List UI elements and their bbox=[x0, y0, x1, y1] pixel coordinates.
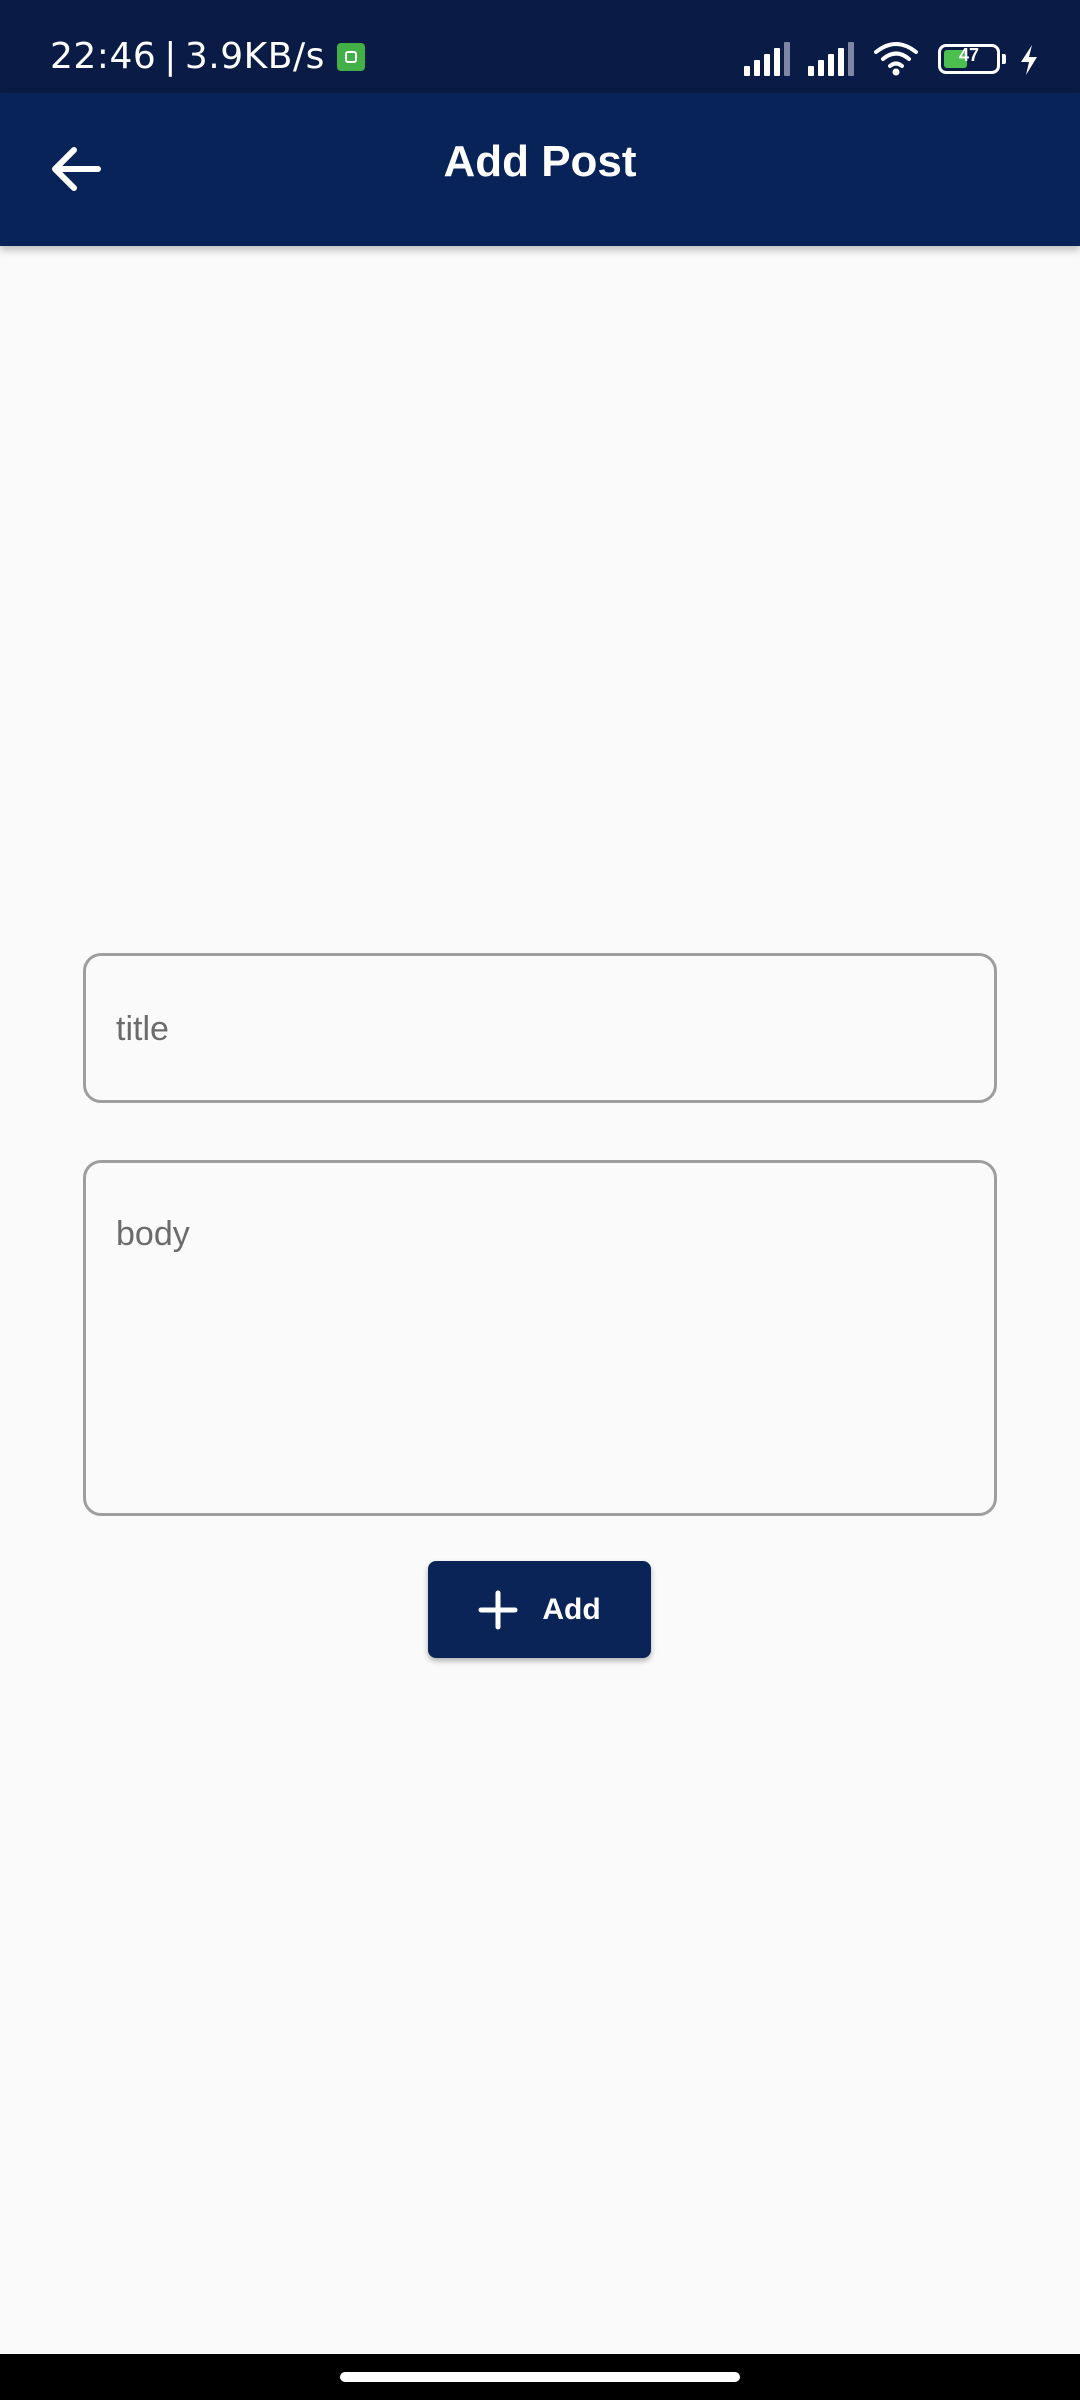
android-notification-icon bbox=[336, 42, 365, 71]
title-field[interactable] bbox=[83, 953, 997, 1103]
home-indicator[interactable] bbox=[340, 2372, 740, 2382]
page-title: Add Post bbox=[443, 137, 637, 186]
plus-icon bbox=[478, 1590, 518, 1629]
app-bar: Add Post bbox=[0, 93, 1080, 246]
battery-level: 47 bbox=[958, 45, 980, 65]
add-button-label: Add bbox=[542, 1592, 601, 1626]
status-separator: | bbox=[164, 36, 177, 77]
status-network-speed: 3.9KB/s bbox=[184, 36, 325, 77]
cellular-signal-icon bbox=[808, 42, 854, 76]
add-button[interactable]: Add bbox=[428, 1561, 651, 1658]
body-field[interactable] bbox=[83, 1160, 997, 1516]
status-left: 22:46 | 3.9KB/s bbox=[50, 36, 365, 77]
charging-bolt-icon bbox=[1021, 45, 1037, 75]
title-input[interactable] bbox=[116, 1006, 964, 1052]
body-input[interactable] bbox=[116, 1215, 964, 1483]
battery-icon: 47 bbox=[938, 44, 1006, 74]
screen: 22:46 | 3.9KB/s 47 Add Post title body A… bbox=[0, 0, 1080, 2400]
status-right: 47 bbox=[744, 40, 1040, 76]
cellular-signal-icon bbox=[744, 42, 790, 76]
wifi-icon bbox=[874, 42, 918, 76]
system-nav-bar bbox=[0, 2354, 1080, 2400]
status-time: 22:46 bbox=[50, 36, 157, 77]
status-bar: 22:46 | 3.9KB/s 47 bbox=[0, 0, 1080, 93]
